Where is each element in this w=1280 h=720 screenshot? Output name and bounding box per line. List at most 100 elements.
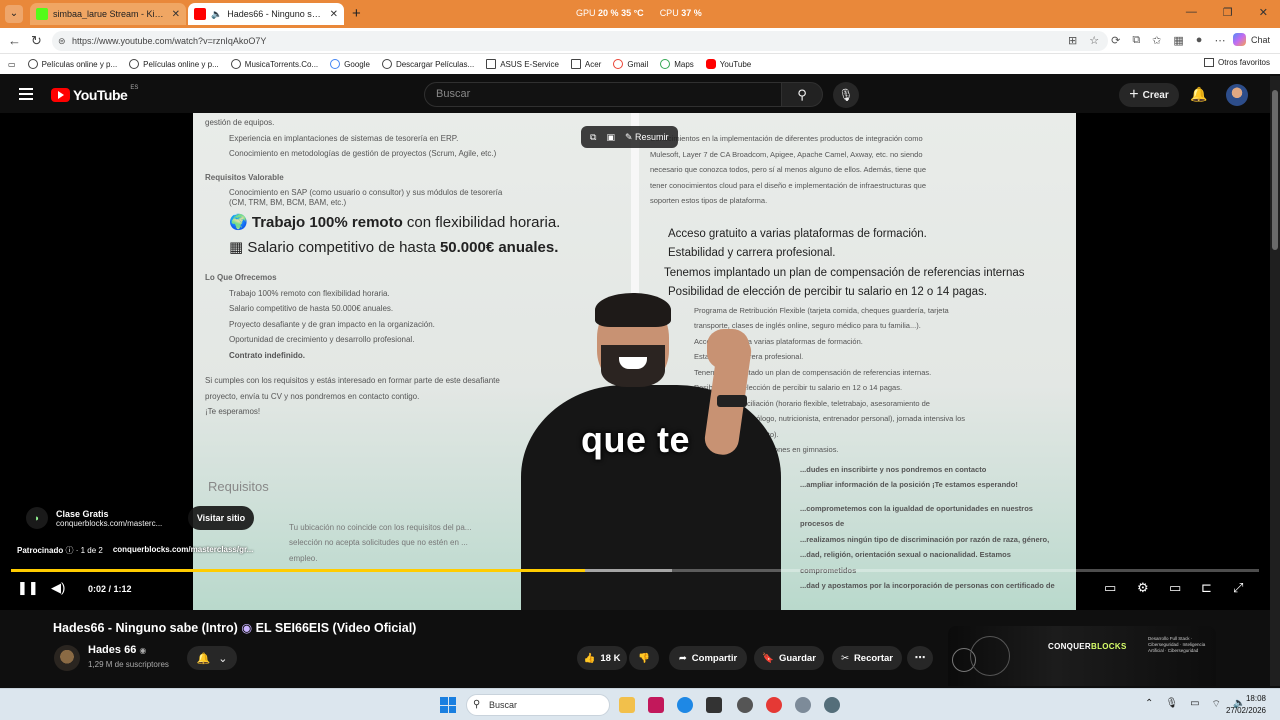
settings-gear-icon[interactable]: ⚙ (1137, 580, 1149, 596)
more-menu-icon[interactable]: ⋯ (1214, 34, 1225, 47)
taskbar-search[interactable]: ⚲ Buscar (466, 694, 610, 716)
bookmark-item[interactable]: YouTube (705, 59, 751, 69)
extensions-icon[interactable]: ⟳ (1111, 34, 1120, 47)
popout-icon[interactable]: ⧉ (590, 132, 596, 143)
tab-youtube[interactable]: 🔈 Hades66 - Ninguno sabe (Intr ✕ (188, 3, 344, 25)
menu-hamburger-icon[interactable] (19, 88, 33, 100)
page-scrollbar[interactable] (1270, 76, 1280, 686)
logo-region: ES (130, 85, 139, 91)
like-button[interactable]: 👍 18 K (577, 646, 627, 670)
disc-icon: ◉ (241, 621, 253, 635)
channel-avatar[interactable] (54, 645, 80, 671)
settings-icon[interactable] (795, 697, 811, 713)
subtitles-icon[interactable]: ▭ (1104, 580, 1116, 596)
microphone-icon[interactable]: 🎙 (1165, 698, 1178, 711)
favorites-icon[interactable]: ✩ (1152, 34, 1161, 47)
address-bar-row: ← ↻ ⊜ https://www.youtube.com/watch?v=rz… (0, 28, 1280, 54)
profile-icon[interactable]: ● (1196, 34, 1203, 47)
bookmark-item[interactable]: Maps (660, 59, 694, 69)
volume-icon[interactable]: ◀) (51, 580, 65, 596)
file-explorer-icon[interactable] (619, 697, 635, 713)
copilot-chat-button[interactable]: Chat (1232, 33, 1270, 46)
copilot-icon (1232, 33, 1246, 46)
reload-icon[interactable]: ↻ (31, 33, 42, 49)
pause-button[interactable]: ❚❚ (17, 580, 39, 596)
maximize-icon[interactable]: ❐ (1223, 6, 1233, 19)
maps-pin-icon (660, 59, 671, 69)
visit-site-button[interactable]: Visitar sitio (188, 506, 254, 530)
chevron-up-icon[interactable]: ⌃ (1145, 698, 1153, 711)
dislike-button[interactable]: 👎 (629, 646, 659, 670)
bookmark-item[interactable]: Películas online y p... (129, 59, 219, 69)
close-tab-icon[interactable]: ✕ (172, 9, 180, 20)
chat-label: Chat (1250, 34, 1270, 45)
ad-overlay[interactable]: ◗ Clase Gratis conquerblocks.com/masterc… (16, 498, 254, 538)
theater-mode-icon[interactable]: ▭ (1169, 580, 1181, 596)
youtube-logo[interactable]: YouTube ES (51, 85, 139, 103)
video-progress-bar[interactable] (11, 569, 1259, 572)
bookmark-folder[interactable]: Acer (570, 59, 601, 69)
scrollbar-thumb[interactable] (1272, 90, 1278, 250)
app-gear-icon[interactable] (737, 697, 753, 713)
info-icon[interactable]: ⓘ (65, 546, 73, 555)
performance-monitor: GPU 20 % 35 °C CPU 37 % (576, 8, 702, 18)
picture-in-picture-icon[interactable]: ▣ (606, 132, 615, 143)
favorite-star-icon[interactable]: ☆ (1089, 34, 1099, 47)
edge-browser-icon[interactable] (677, 697, 693, 713)
video-player[interactable]: gestión de equipos. Experiencia en impla… (0, 113, 1270, 610)
create-button[interactable]: + Crear (1119, 83, 1179, 107)
url-field[interactable]: ⊜ https://www.youtube.com/watch?v=rznIqA… (52, 31, 1108, 51)
ad-brand-name: CONQUERBLOCKS (1048, 642, 1127, 651)
bookmarks-menu-icon[interactable]: ▭ (8, 60, 16, 69)
folder-icon (1203, 58, 1214, 67)
save-button[interactable]: 🔖 Guardar (754, 646, 824, 670)
bookmark-item[interactable]: MusicaTorrents.Co... (230, 59, 318, 69)
bookmark-item[interactable]: Gmail (613, 59, 648, 69)
tab-title: Hades66 - Ninguno sabe (Intr (227, 9, 324, 19)
clip-button[interactable]: ✂ Recortar (832, 646, 902, 670)
sidebar-ad-card[interactable]: CONQUERBLOCKS Desarrollo Full Stack · Ci… (948, 626, 1216, 686)
channel-name[interactable]: Hades 66 ◉ (88, 644, 146, 656)
app-opera-icon[interactable] (766, 697, 782, 713)
bookmark-item[interactable]: Google (330, 59, 370, 69)
site-info-icon[interactable]: ⊜ (58, 31, 66, 51)
bookmark-folder[interactable]: ASUS E-Service (486, 59, 559, 69)
split-screen-icon[interactable]: ⧉ (1132, 34, 1140, 47)
cast-icon[interactable]: ⊏ (1201, 580, 1212, 596)
tab-kick[interactable]: simbaa_larue Stream - Kick Dashb ✕ (30, 3, 186, 25)
other-favorites[interactable]: Otros favoritos (1203, 58, 1270, 67)
decorative-ring (970, 636, 1010, 676)
new-tab-button[interactable]: + (352, 5, 361, 22)
share-button[interactable]: ➦ Compartir (669, 646, 747, 670)
windows-start-icon[interactable] (440, 697, 456, 713)
ad-url: conquerblocks.com/masterc... (56, 518, 163, 528)
tab-actions-menu-icon[interactable]: ⌄ (5, 5, 23, 23)
speaker-icon[interactable]: 🔈 (211, 9, 222, 20)
close-window-icon[interactable]: ✕ (1259, 6, 1268, 19)
back-icon[interactable]: ← (8, 33, 21, 48)
account-avatar[interactable] (1226, 84, 1248, 106)
collections-icon[interactable]: ▦ (1173, 34, 1183, 47)
share-arrow-icon: ➦ (678, 652, 687, 664)
search-button[interactable]: ⚲ (781, 82, 823, 107)
more-actions-icon[interactable]: ⋯ (907, 646, 933, 670)
youtube-page: YouTube ES Buscar ⚲ 🎙 + Crear 🔔 gestión d… (0, 76, 1270, 686)
ad-sponsor-url[interactable]: conquerblocks.com/masterclass/gr... (113, 545, 254, 556)
app-steam-icon[interactable] (824, 697, 840, 713)
bookmark-item[interactable]: Películas online y p... (27, 59, 117, 69)
app-n-icon[interactable] (706, 697, 722, 713)
subscribed-bell-button[interactable]: 🔔 ⌄ (187, 646, 237, 670)
app-red-icon[interactable] (648, 697, 664, 713)
voice-search-button[interactable]: 🎙 (833, 82, 859, 108)
network-icon[interactable]: ⌔ (1212, 698, 1221, 711)
app-available-icon[interactable]: ⊞ (1068, 34, 1077, 47)
notifications-bell-icon[interactable]: 🔔 (1190, 86, 1207, 103)
summarize-button[interactable]: ✎ Resumir (625, 132, 669, 143)
bookmark-item[interactable]: Descargar Películas... (381, 59, 474, 69)
minimize-icon[interactable]: — (1186, 6, 1197, 19)
search-input[interactable]: Buscar (424, 82, 782, 107)
close-tab-icon[interactable]: ✕ (330, 9, 338, 20)
display-icon[interactable]: ▭ (1190, 698, 1199, 711)
fullscreen-icon[interactable]: ⤢ (1233, 580, 1243, 596)
clock[interactable]: 18:08 27/02/2026 (1226, 693, 1266, 717)
